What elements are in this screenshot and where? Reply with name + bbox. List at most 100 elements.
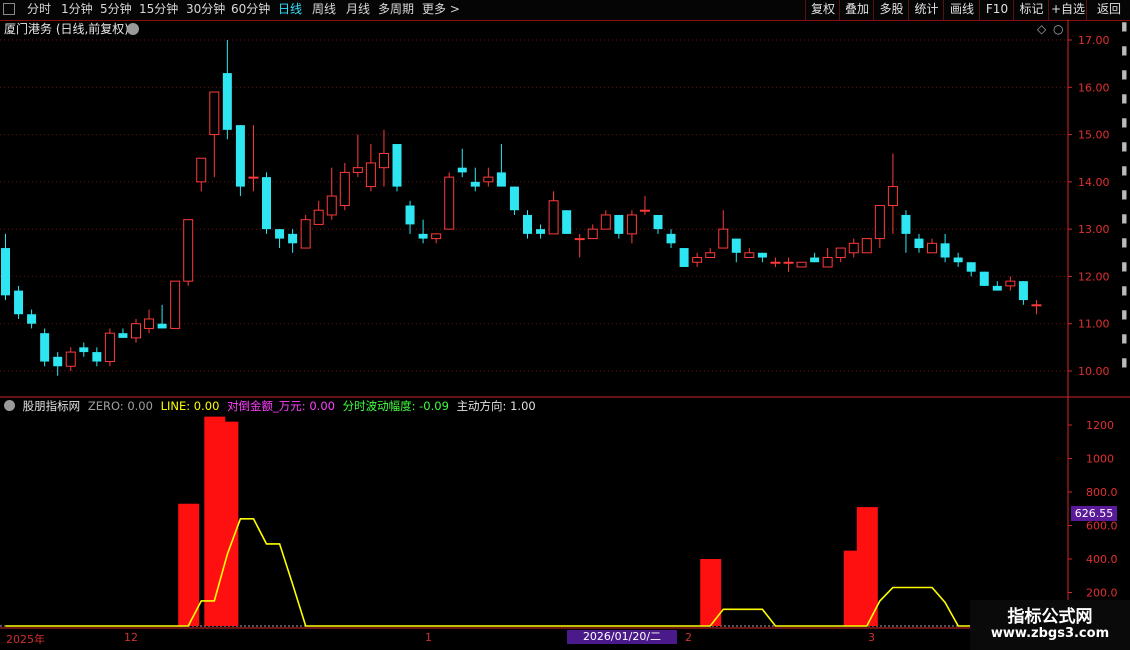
price-axis-label: 16.00 [1078,81,1110,94]
x-label-feb: 2 [685,631,692,644]
candle-body [457,167,467,173]
candle-body [705,252,716,259]
candle-body [979,271,989,286]
price-axis-label: 13.00 [1078,223,1110,236]
candle-body [562,210,572,234]
candle-body [118,333,128,338]
candle-body [483,176,494,183]
wave-value: 分时波动幅度: -0.09 [342,399,449,413]
candle-body [848,242,859,254]
candle-body [1,248,10,296]
candle-body [313,209,324,225]
candle-body [170,280,181,329]
candle-body [378,152,389,169]
candle-body [653,214,663,230]
candle-body [365,162,376,188]
candle-body [783,261,794,264]
x-label-dec: 12 [124,631,138,644]
side-panel-glyph: ▮ [1121,115,1128,129]
candle-body [288,233,298,244]
side-panel-glyph: ▮ [1121,259,1128,273]
candle-body [1018,281,1028,301]
candle-body [53,356,63,367]
candle-body [405,205,415,225]
chart-canvas: 17.00 16.00 15.00 14.00 13.00 12.00 11.00 10.00… [0,19,1130,629]
indicator-name: 股朋指标网 [22,399,81,413]
candle-body [679,248,689,267]
candle-body [1005,280,1016,287]
indicator-header: 股朋指标网 ZERO: 0.00 LINE: 0.00 对倒金额_万元: 0.0… [0,397,540,415]
candle-body [222,73,232,130]
price-axis-label: 17.00 [1078,34,1110,47]
x-label-year: 2025年 [6,633,45,646]
direction-value: 主动方向: 1.00 [456,399,536,413]
candle-body [796,261,807,268]
candle-body [901,214,911,234]
candle-body [40,333,50,362]
candle-body [248,176,259,179]
zero-value: ZERO: 0.00 [87,399,153,413]
current-value-tag: 626.55 [1071,506,1117,521]
candle-body [536,229,546,234]
watermark: 指标公式网 www.zbgs3.com [970,600,1130,650]
indicator-axis-label: 400.0 [1086,553,1118,566]
side-panel-glyph: ▮ [1121,283,1128,297]
amount-value: 对倒金额_万元: 0.00 [227,399,335,413]
x-label-jan: 1 [425,631,432,644]
candle-body [992,285,1002,291]
candle-body [587,228,598,240]
candle-body [718,228,729,249]
candle-body [157,323,167,329]
candle-body [27,314,37,324]
indicator-axis-label: 1200 [1086,419,1114,432]
side-panel-glyph: ▮ [1121,163,1128,177]
candle-body [275,229,285,239]
candle-body [927,242,938,254]
price-axis-label: 11.00 [1078,318,1110,331]
candle-body [666,233,676,244]
side-panel-glyph: ▮ [1121,331,1128,345]
candle-body [326,195,337,216]
candle-body [887,186,898,206]
candle-body [874,205,885,240]
side-panel-glyph: ▮ [1121,235,1128,249]
side-panel-glyph: ▮ [1121,307,1128,321]
candle-body [914,238,924,249]
candle-body [92,352,102,362]
cursor-date-tag: 2026/01/20/二 [567,630,677,644]
candle-body [1031,304,1042,307]
amount-bar [856,507,878,626]
candle-body [770,261,781,264]
candle-body [614,214,624,234]
candle-body [744,252,755,259]
side-panel-glyph: ▮ [1121,211,1128,225]
candle-body [731,238,741,253]
x-label-mar: 3 [868,631,875,644]
price-axis-label: 10.00 [1078,365,1110,378]
candle-body [822,257,833,268]
candle-body [757,252,767,258]
side-panel-glyph: ▮ [1121,91,1128,105]
candle-body [692,257,703,263]
candle-body [183,219,194,282]
indicator-axis-label: 600.0 [1086,520,1118,533]
side-panel-glyph: ▮ [1121,19,1128,33]
candle-body [196,157,207,183]
candle-body [966,262,976,272]
candle-body [496,172,506,187]
candle-body [470,181,480,187]
side-panel-glyph: ▮ [1121,139,1128,153]
candle-body [861,238,872,254]
chevron-down-icon[interactable] [4,400,15,411]
indicator-axis-label: 800.0 [1086,486,1118,499]
line-value: LINE: 0.00 [160,399,220,413]
candle-body [626,214,637,235]
candle-body [352,167,363,173]
candle-body [209,91,220,136]
candle-body [14,290,24,315]
candle-body [262,177,271,230]
candle-body [144,318,155,329]
side-panel-glyph: ▮ [1121,43,1128,57]
candle-body [548,200,559,235]
candle-body [600,214,611,230]
